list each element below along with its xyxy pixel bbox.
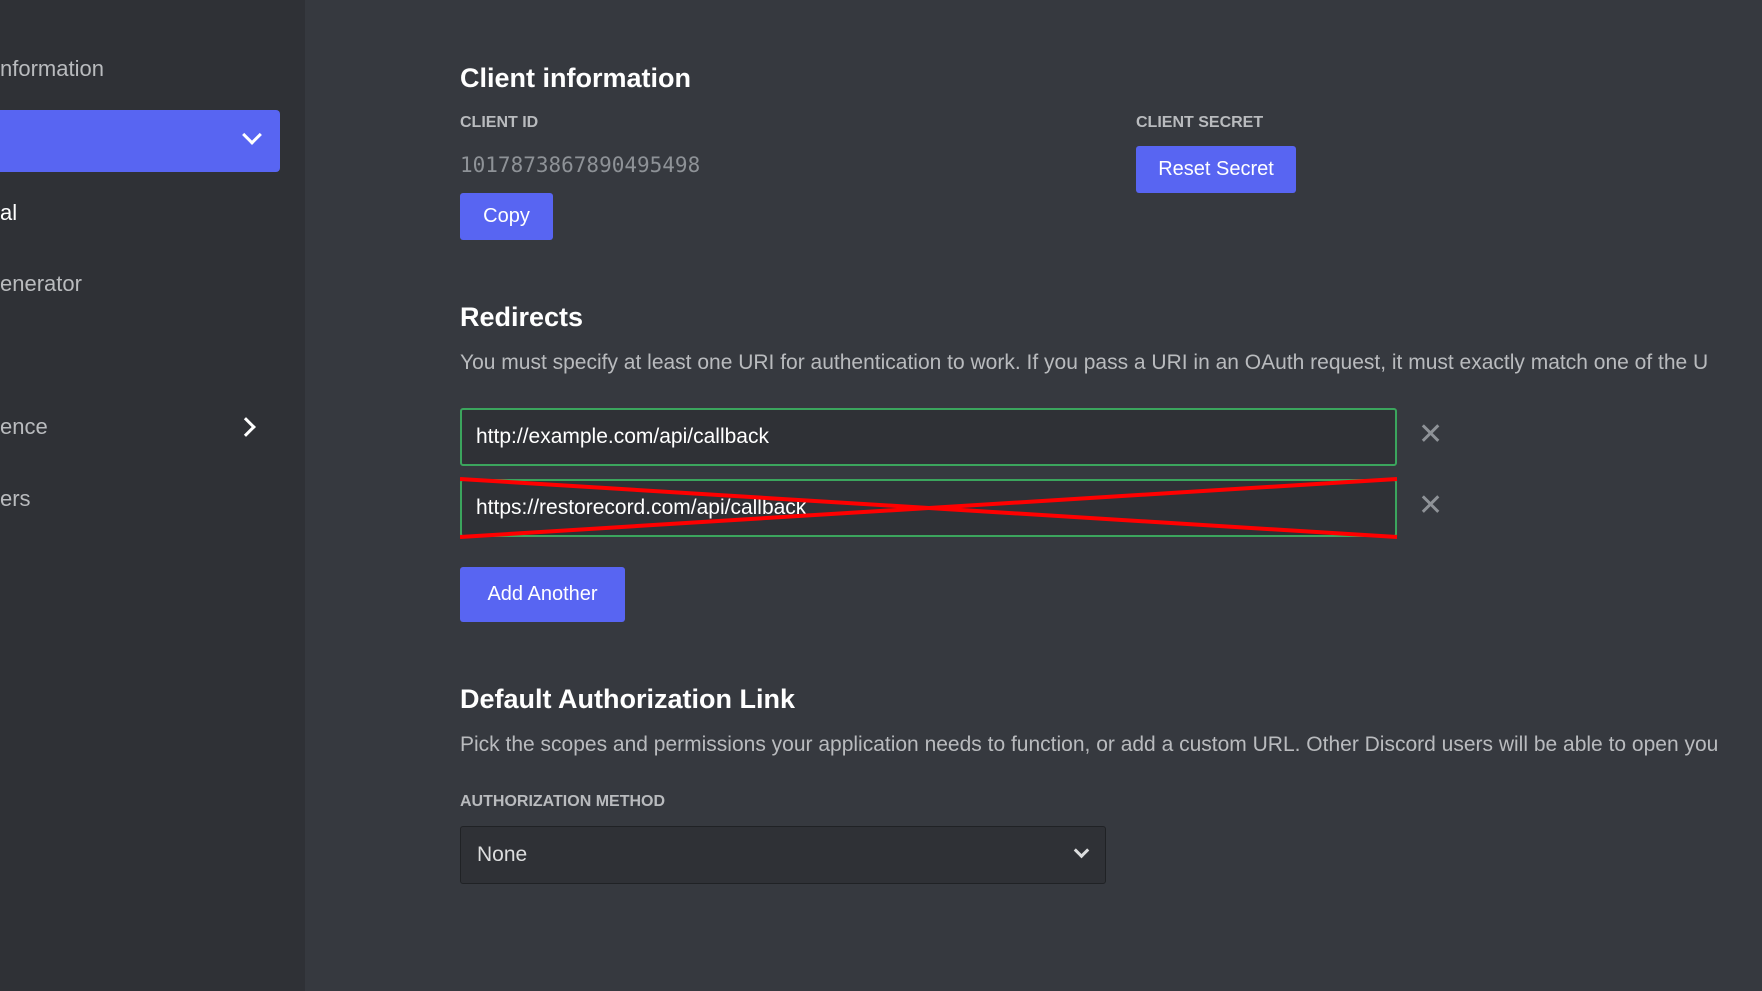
chevron-right-icon	[236, 417, 256, 437]
remove-redirect-icon[interactable]: ✕	[1418, 488, 1443, 523]
authorization-description: Pick the scopes and permissions your app…	[460, 733, 1719, 756]
sidebar-item-general[interactable]: al	[0, 200, 17, 226]
default-authorization-link-heading: Default Authorization Link	[460, 684, 795, 714]
authorization-method-label: AUTHORIZATION METHOD	[460, 793, 666, 810]
sidebar-item-url-generator[interactable]: enerator	[0, 271, 82, 297]
sidebar-item-testers[interactable]: ers	[0, 486, 31, 512]
sidebar-item-oauth2[interactable]	[0, 110, 280, 172]
chevron-down-icon	[242, 125, 262, 145]
sidebar-item-general-information[interactable]: nformation	[0, 56, 104, 82]
authorization-method-select[interactable]: None	[460, 826, 1106, 884]
remove-redirect-icon[interactable]: ✕	[1418, 417, 1443, 452]
sidebar: nformation al enerator ence ers	[0, 0, 305, 991]
add-another-button[interactable]: Add Another	[460, 567, 625, 622]
chevron-down-icon	[1073, 842, 1090, 859]
sidebar-item-rich-presence[interactable]: ence	[0, 414, 48, 440]
authorization-method-value: None	[477, 843, 528, 866]
red-strikethrough-annotation	[460, 477, 1398, 539]
